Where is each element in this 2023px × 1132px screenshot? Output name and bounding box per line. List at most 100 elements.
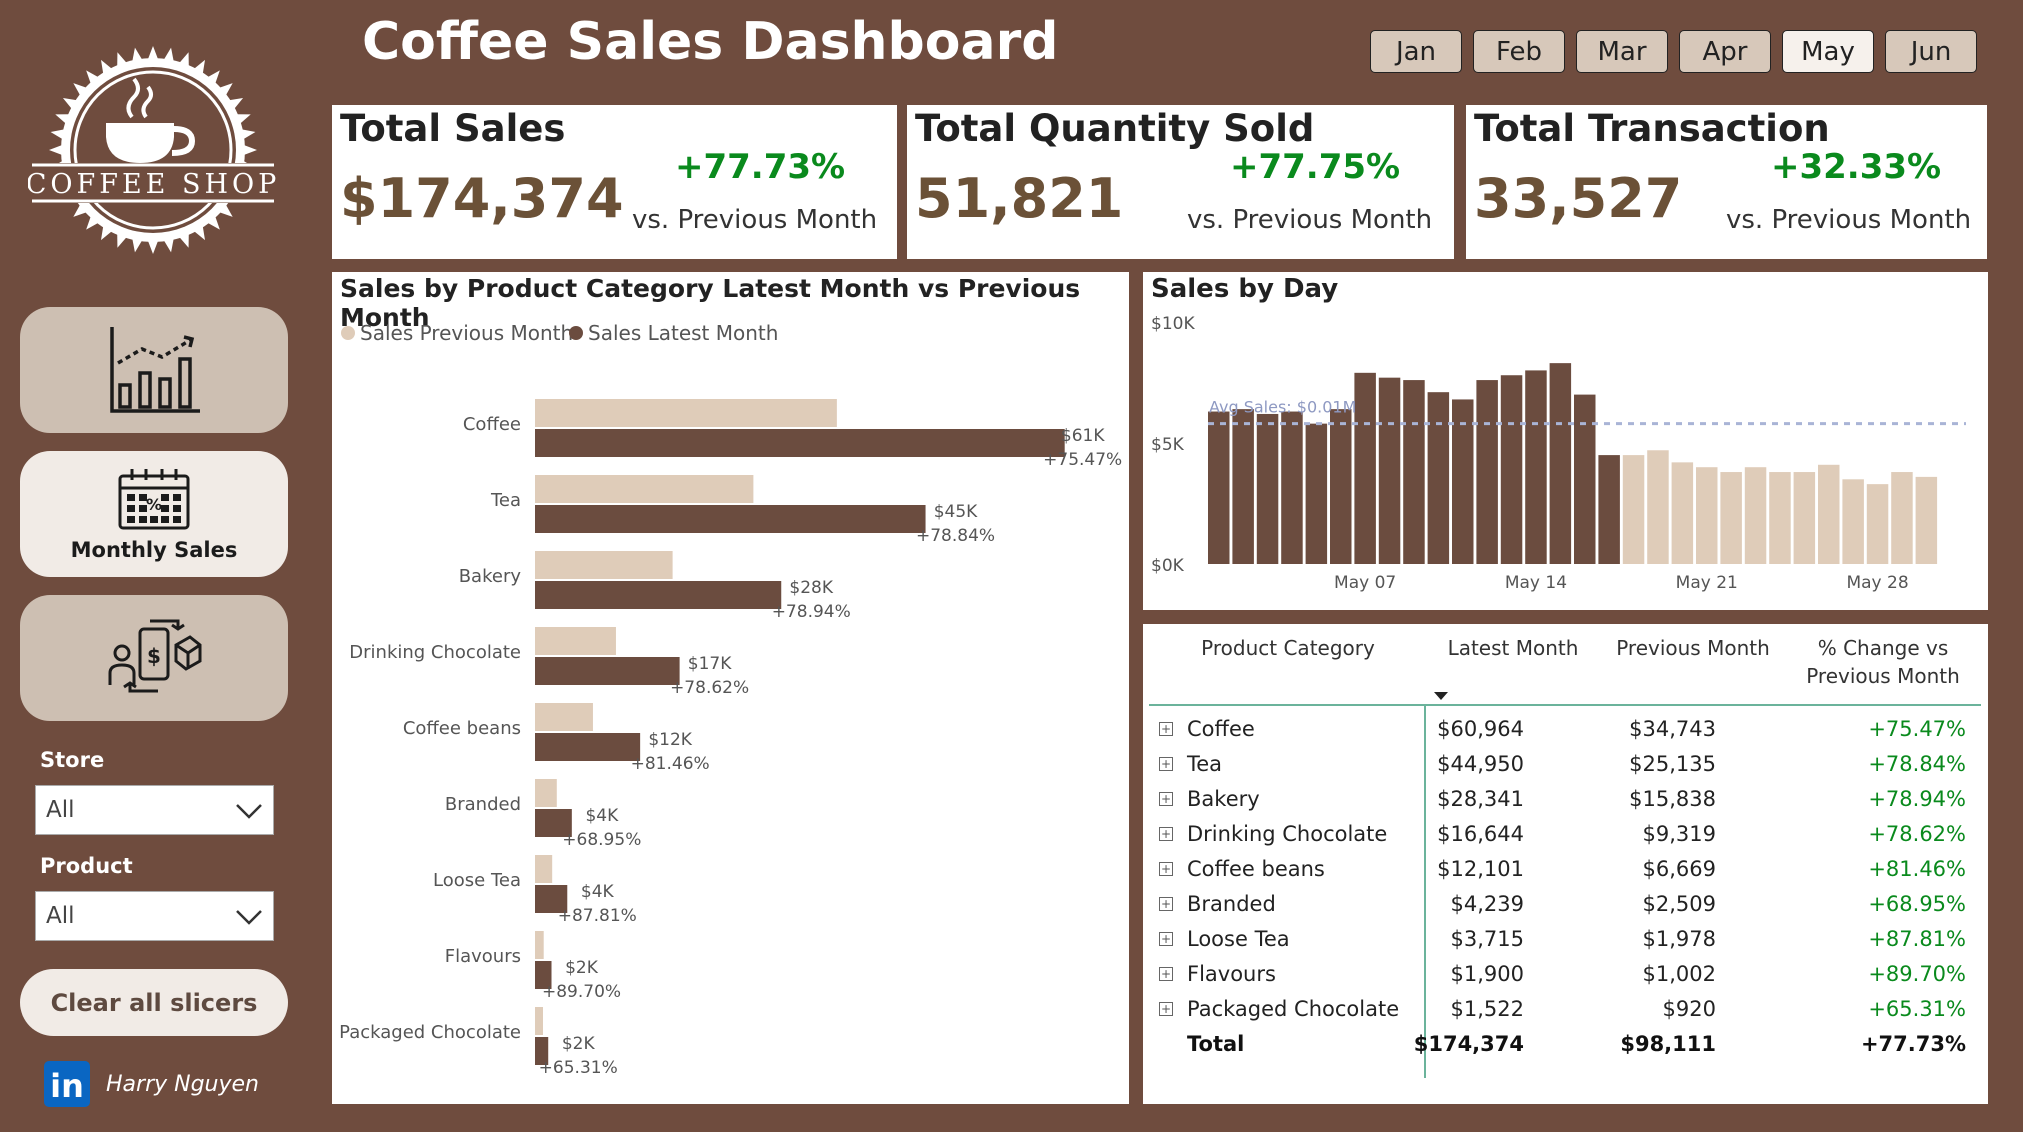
day-bar[interactable] xyxy=(1403,380,1425,564)
table-row[interactable]: + Coffee $60,964 $34,743 +75.47% xyxy=(1143,713,1988,748)
bar-latest-month[interactable] xyxy=(535,657,680,685)
expand-icon[interactable]: + xyxy=(1159,722,1173,736)
day-bar[interactable] xyxy=(1647,450,1669,564)
category-label: Packaged Chocolate xyxy=(339,1022,521,1043)
day-bar[interactable] xyxy=(1549,363,1572,564)
cell-latest: $44,950 xyxy=(1437,752,1524,776)
store-dropdown[interactable]: All xyxy=(35,785,274,835)
day-bar[interactable] xyxy=(1330,409,1352,564)
sales-by-day-chart[interactable]: $10K $5K $0K Avg Sales: $0.01M May 07 May 14 M… xyxy=(1143,272,1988,610)
expand-icon[interactable]: + xyxy=(1159,757,1173,771)
nav-product-button[interactable]: $ xyxy=(20,595,288,721)
month-button-jun[interactable]: Jun xyxy=(1885,30,1977,73)
table-row[interactable]: + Tea $44,950 $25,135 +78.84% xyxy=(1143,748,1988,783)
bar-previous-month[interactable] xyxy=(535,931,544,959)
day-bar[interactable] xyxy=(1574,394,1596,564)
bar-latest-month[interactable] xyxy=(535,733,641,761)
bar-group[interactable]: Coffee $61K +75.47% xyxy=(463,399,1122,470)
bar-previous-month[interactable] xyxy=(535,475,754,503)
expand-icon[interactable]: + xyxy=(1159,932,1173,946)
nav-monthly-sales-button[interactable]: % Monthly Sales xyxy=(20,451,288,577)
table-row[interactable]: + Flavours $1,900 $1,002 +89.70% xyxy=(1143,958,1988,993)
day-bar[interactable] xyxy=(1671,462,1694,564)
day-bar[interactable] xyxy=(1842,479,1864,564)
day-bar[interactable] xyxy=(1354,372,1376,564)
day-bar[interactable] xyxy=(1915,476,1938,564)
day-bar[interactable] xyxy=(1281,411,1303,564)
product-dropdown[interactable]: All xyxy=(35,891,274,941)
day-bar[interactable] xyxy=(1793,472,1816,564)
kpi-total-quantity: Total Quantity Sold 51,821 +77.75% vs. P… xyxy=(907,105,1454,259)
bar-previous-month[interactable] xyxy=(535,779,557,807)
sort-desc-icon[interactable] xyxy=(1431,690,1451,702)
table-row[interactable]: + Drinking Chocolate $16,644 $9,319 +78.62% xyxy=(1143,818,1988,853)
category-bar-chart[interactable]: Sales Previous Month Sales Latest Month Co… xyxy=(332,272,1129,1104)
bar-latest-month[interactable] xyxy=(535,505,926,533)
day-bar[interactable] xyxy=(1476,380,1498,564)
table-row[interactable]: + Bakery $28,341 $15,838 +78.94% xyxy=(1143,783,1988,818)
day-bar[interactable] xyxy=(1744,467,1767,564)
day-bar[interactable] xyxy=(1256,413,1279,564)
bar-latest-month[interactable] xyxy=(535,429,1065,457)
bar-latest-month[interactable] xyxy=(535,581,782,609)
table-header-previous[interactable]: Previous Month xyxy=(1603,634,1783,662)
clear-all-slicers-button[interactable]: Clear all slicers xyxy=(20,969,288,1036)
month-button-apr[interactable]: Apr xyxy=(1679,30,1771,73)
bar-previous-month[interactable] xyxy=(535,703,593,731)
kpi-value: $174,374 xyxy=(340,167,624,230)
day-bar[interactable] xyxy=(1696,467,1718,564)
bar-group[interactable]: Coffee beans $12K +81.46% xyxy=(403,703,710,774)
day-bar[interactable] xyxy=(1769,472,1791,564)
day-bar[interactable] xyxy=(1720,472,1742,564)
expand-icon[interactable]: + xyxy=(1159,967,1173,981)
expand-icon[interactable]: + xyxy=(1159,862,1173,876)
table-row[interactable]: + Coffee beans $12,101 $6,669 +81.46% xyxy=(1143,853,1988,888)
expand-icon[interactable]: + xyxy=(1159,897,1173,911)
cell-category: Coffee beans xyxy=(1187,857,1325,881)
day-bar[interactable] xyxy=(1598,455,1620,564)
nav-overview-button[interactable] xyxy=(20,307,288,433)
day-bar[interactable] xyxy=(1378,377,1401,564)
bar-group[interactable]: Flavours $2K +89.70% xyxy=(445,931,621,1002)
day-bar[interactable] xyxy=(1866,484,1889,564)
cell-latest: $1,900 xyxy=(1450,962,1524,986)
cell-previous: $9,319 xyxy=(1642,822,1716,846)
bar-group[interactable]: Drinking Chocolate $17K +78.62% xyxy=(349,627,749,698)
bar-previous-month[interactable] xyxy=(535,551,673,579)
day-bar[interactable] xyxy=(1622,455,1645,564)
day-bar[interactable] xyxy=(1427,392,1450,564)
table-header-change[interactable]: % Change vs Previous Month xyxy=(1793,634,1973,690)
linkedin-icon[interactable]: in xyxy=(44,1061,90,1107)
cell-latest: $16,644 xyxy=(1437,822,1524,846)
bar-previous-month[interactable] xyxy=(535,1007,543,1035)
day-bar[interactable] xyxy=(1232,409,1254,564)
bar-group[interactable]: Loose Tea $4K +87.81% xyxy=(433,855,637,926)
day-bar[interactable] xyxy=(1305,423,1328,564)
day-bar[interactable] xyxy=(1500,375,1523,564)
day-bar[interactable] xyxy=(1208,411,1230,564)
bar-previous-month[interactable] xyxy=(535,855,553,883)
bar-previous-month[interactable] xyxy=(535,399,837,427)
day-bar[interactable] xyxy=(1818,464,1840,564)
table-header-latest[interactable]: Latest Month xyxy=(1433,634,1593,662)
table-row[interactable]: + Packaged Chocolate $1,522 $920 +65.31% xyxy=(1143,993,1988,1028)
month-button-jan[interactable]: Jan xyxy=(1370,30,1462,73)
table-row[interactable]: + Branded $4,239 $2,509 +68.95% xyxy=(1143,888,1988,923)
expand-icon[interactable]: + xyxy=(1159,792,1173,806)
bar-group[interactable]: Tea $45K +78.84% xyxy=(490,475,995,546)
month-button-feb[interactable]: Feb xyxy=(1473,30,1565,73)
table-row[interactable]: + Loose Tea $3,715 $1,978 +87.81% xyxy=(1143,923,1988,958)
expand-icon[interactable]: + xyxy=(1159,1002,1173,1016)
category-label: Loose Tea xyxy=(433,870,521,891)
bar-group[interactable]: Branded $4K +68.95% xyxy=(445,779,641,850)
bar-group[interactable]: Packaged Chocolate $2K +65.31% xyxy=(339,1007,618,1078)
bar-previous-month[interactable] xyxy=(535,627,616,655)
bar-group[interactable]: Bakery $28K +78.94% xyxy=(459,551,851,622)
month-button-mar[interactable]: Mar xyxy=(1576,30,1668,73)
expand-icon[interactable]: + xyxy=(1159,827,1173,841)
month-button-may[interactable]: May xyxy=(1782,30,1874,73)
cell-change: +87.81% xyxy=(1868,927,1966,951)
day-bar[interactable] xyxy=(1891,472,1913,564)
day-bar[interactable] xyxy=(1525,370,1547,564)
table-header-category[interactable]: Product Category xyxy=(1183,634,1393,662)
